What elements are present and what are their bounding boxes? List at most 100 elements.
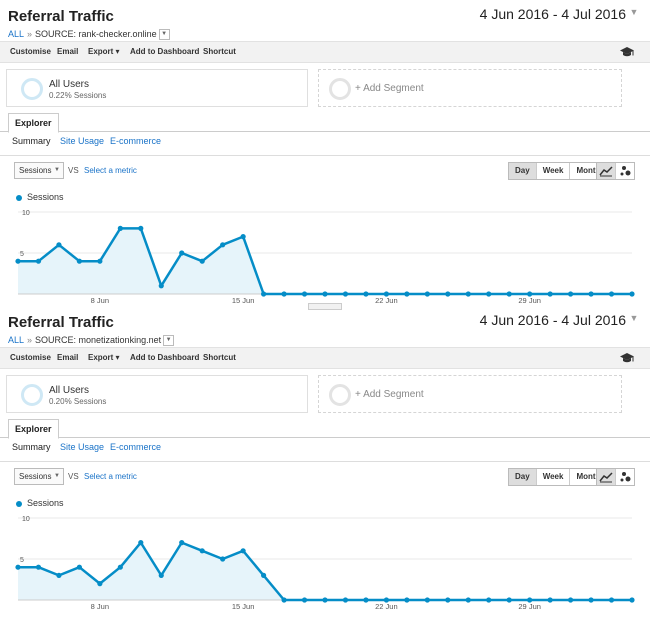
data-point[interactable] — [261, 572, 267, 578]
add-segment-button[interactable]: + Add Segment — [318, 69, 622, 107]
data-point[interactable] — [342, 597, 349, 603]
date-range-chevron-down-icon[interactable]: ▼ — [628, 6, 640, 18]
data-point[interactable] — [404, 597, 410, 603]
source-dropdown-icon[interactable]: ▼ — [163, 335, 175, 347]
data-point[interactable] — [97, 258, 103, 264]
segment-all-users[interactable]: All Users 0.20% Sessions — [6, 375, 308, 413]
metric-select[interactable]: Sessions ▼ — [14, 468, 64, 485]
data-point[interactable] — [547, 291, 553, 297]
data-point[interactable] — [301, 291, 308, 297]
email-button[interactable]: Email — [57, 353, 78, 362]
data-point[interactable] — [76, 258, 82, 264]
select-metric-link[interactable]: Select a metric — [84, 166, 137, 175]
subtab-ecommerce[interactable]: E-commerce — [110, 442, 161, 452]
data-point[interactable] — [261, 291, 267, 297]
data-point[interactable] — [158, 283, 164, 289]
granularity-day[interactable]: Day — [509, 469, 537, 485]
graduation-cap-icon[interactable] — [620, 352, 634, 364]
data-point[interactable] — [424, 291, 430, 297]
data-point[interactable] — [608, 291, 615, 297]
data-point[interactable] — [301, 597, 308, 603]
scroll-handle[interactable] — [308, 303, 342, 310]
shortcut-button[interactable]: Shortcut — [203, 47, 236, 56]
shortcut-button[interactable]: Shortcut — [203, 353, 236, 362]
breadcrumb-all-link[interactable]: ALL — [8, 29, 24, 39]
data-point[interactable] — [506, 597, 512, 603]
date-range[interactable]: 4 Jun 2016 - 4 Jul 2016 — [480, 312, 626, 328]
granularity-week[interactable]: Week — [537, 469, 571, 485]
data-point[interactable] — [568, 597, 574, 603]
subtab-summary[interactable]: Summary — [12, 136, 51, 146]
customise-button[interactable]: Customise — [10, 47, 51, 56]
data-point[interactable] — [588, 291, 594, 297]
export-button[interactable]: Export ▾ — [88, 47, 120, 56]
data-point[interactable] — [465, 291, 471, 297]
data-point[interactable] — [138, 540, 144, 546]
data-point[interactable] — [199, 548, 205, 554]
data-point[interactable] — [629, 597, 635, 603]
subtab-ecommerce[interactable]: E-commerce — [110, 136, 161, 146]
data-point[interactable] — [76, 564, 82, 570]
data-point[interactable] — [15, 564, 21, 570]
data-point[interactable] — [179, 540, 185, 546]
data-point[interactable] — [588, 597, 594, 603]
granularity-week[interactable]: Week — [537, 163, 571, 179]
customise-button[interactable]: Customise — [10, 353, 51, 362]
data-point[interactable] — [363, 291, 369, 297]
segment-all-users[interactable]: All Users 0.22% Sessions — [6, 69, 308, 107]
data-point[interactable] — [322, 597, 328, 603]
add-segment-button[interactable]: + Add Segment — [318, 375, 622, 413]
data-point[interactable] — [117, 564, 123, 570]
add-to-dashboard-button[interactable]: Add to Dashboard — [130, 353, 199, 362]
motion-chart-button[interactable] — [616, 469, 634, 485]
data-point[interactable] — [158, 572, 164, 578]
export-button[interactable]: Export ▾ — [88, 353, 120, 362]
motion-chart-button[interactable] — [616, 163, 634, 179]
data-point[interactable] — [424, 597, 430, 603]
date-range-chevron-down-icon[interactable]: ▼ — [628, 312, 640, 324]
data-point[interactable] — [486, 291, 492, 297]
data-point[interactable] — [199, 258, 205, 264]
data-point[interactable] — [629, 291, 635, 297]
email-button[interactable]: Email — [57, 47, 78, 56]
data-point[interactable] — [342, 291, 349, 297]
breadcrumb-all-link[interactable]: ALL — [8, 335, 24, 345]
line-chart-button[interactable] — [597, 469, 616, 485]
select-metric-link[interactable]: Select a metric — [84, 472, 137, 481]
data-point[interactable] — [404, 291, 410, 297]
data-point[interactable] — [179, 250, 185, 256]
metric-select[interactable]: Sessions ▼ — [14, 162, 64, 179]
data-point[interactable] — [240, 234, 246, 240]
add-to-dashboard-button[interactable]: Add to Dashboard — [130, 47, 199, 56]
data-point[interactable] — [35, 564, 42, 570]
data-point[interactable] — [445, 291, 451, 297]
data-point[interactable] — [322, 291, 328, 297]
data-point[interactable] — [568, 291, 574, 297]
data-point[interactable] — [608, 597, 615, 603]
line-chart-button[interactable] — [597, 163, 616, 179]
data-point[interactable] — [486, 597, 492, 603]
data-point[interactable] — [138, 225, 144, 231]
data-point[interactable] — [97, 581, 103, 587]
tab-explorer[interactable]: Explorer — [8, 113, 59, 133]
data-point[interactable] — [56, 242, 62, 248]
tab-explorer[interactable]: Explorer — [8, 419, 59, 439]
data-point[interactable] — [547, 597, 553, 603]
graduation-cap-icon[interactable] — [620, 46, 634, 58]
data-point[interactable] — [445, 597, 451, 603]
granularity-day[interactable]: Day — [509, 163, 537, 179]
data-point[interactable] — [220, 242, 226, 248]
data-point[interactable] — [240, 548, 246, 554]
subtab-site-usage[interactable]: Site Usage — [60, 136, 104, 146]
data-point[interactable] — [35, 258, 42, 264]
date-range[interactable]: 4 Jun 2016 - 4 Jul 2016 — [480, 6, 626, 22]
data-point[interactable] — [220, 556, 226, 562]
data-point[interactable] — [465, 597, 471, 603]
data-point[interactable] — [363, 597, 369, 603]
source-dropdown-icon[interactable]: ▼ — [158, 29, 170, 41]
data-point[interactable] — [506, 291, 512, 297]
subtab-summary[interactable]: Summary — [12, 442, 51, 452]
data-point[interactable] — [281, 291, 287, 297]
data-point[interactable] — [281, 597, 287, 603]
data-point[interactable] — [56, 572, 62, 578]
